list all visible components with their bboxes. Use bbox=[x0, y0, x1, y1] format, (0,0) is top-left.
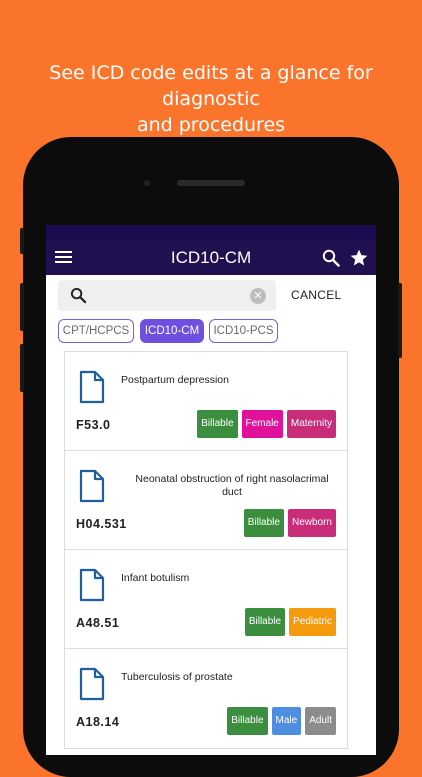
badge-female: Female bbox=[241, 410, 283, 438]
result-description: Neonatal obstruction of right nasolacrim… bbox=[135, 473, 329, 498]
phone-volume-up-button bbox=[20, 283, 24, 331]
result-description: Tuberculosis of prostate bbox=[121, 671, 233, 683]
phone-side-button bbox=[20, 228, 24, 254]
badge-maternity: Maternity bbox=[286, 410, 336, 438]
badge-newborn: Newborn bbox=[287, 509, 336, 537]
phone-speaker bbox=[177, 180, 245, 186]
document-icon bbox=[79, 370, 105, 404]
search-row: ✕ CANCEL bbox=[46, 275, 376, 319]
result-code: A18.14 bbox=[76, 715, 120, 729]
star-icon[interactable] bbox=[349, 248, 369, 268]
search-input[interactable] bbox=[98, 284, 242, 308]
headline-line-2: and procedures bbox=[136, 114, 286, 136]
tab-icd10-pcs[interactable]: ICD10-PCS bbox=[209, 319, 278, 343]
result-description: Infant botulism bbox=[121, 572, 190, 584]
clear-search-icon[interactable]: ✕ bbox=[250, 288, 266, 304]
tab-cpt-hcpcs[interactable]: CPT/HCPCS bbox=[58, 319, 134, 343]
result-code: A48.51 bbox=[76, 616, 120, 630]
badge-pediatric: Pediatric bbox=[289, 608, 336, 636]
phone-volume-down-button bbox=[20, 344, 24, 392]
search-icon[interactable] bbox=[322, 249, 340, 267]
result-code: H04.531 bbox=[76, 517, 127, 531]
app-screen: ICD10-CM ✕ CANCEL CPT/HCPCS ICD10-CM ICD… bbox=[46, 225, 376, 755]
badge-billable: Billable bbox=[197, 410, 238, 438]
cancel-button[interactable]: CANCEL bbox=[291, 288, 341, 302]
status-bar bbox=[46, 225, 376, 240]
headline-line-1: See ICD code edits at a glance for diagn… bbox=[49, 62, 373, 110]
badge-adult: Adult bbox=[305, 707, 336, 735]
badge-billable: Billable bbox=[227, 707, 268, 735]
phone-power-button bbox=[398, 283, 402, 358]
app-bar: ICD10-CM bbox=[46, 240, 376, 275]
document-icon bbox=[79, 469, 105, 503]
result-badges: Billable Pediatric bbox=[244, 608, 336, 636]
phone-camera bbox=[144, 180, 150, 186]
document-icon bbox=[79, 568, 105, 602]
search-icon bbox=[70, 287, 87, 304]
result-card[interactable]: Neonatal obstruction of right nasolacrim… bbox=[64, 450, 348, 551]
badge-male: Male bbox=[271, 707, 302, 735]
badge-billable: Billable bbox=[244, 608, 286, 636]
search-box: ✕ bbox=[58, 280, 276, 311]
result-badges: Billable Male Adult bbox=[227, 707, 336, 735]
badge-billable: Billable bbox=[243, 509, 284, 537]
document-icon bbox=[79, 667, 105, 701]
code-type-tabs: CPT/HCPCS ICD10-CM ICD10-PCS bbox=[46, 319, 376, 351]
result-card[interactable]: Tuberculosis of prostate A18.14 Billable… bbox=[64, 648, 348, 749]
result-badges: Billable Female Maternity bbox=[197, 410, 336, 438]
result-badges: Billable Newborn bbox=[243, 509, 336, 537]
promo-headline: See ICD code edits at a glance for diagn… bbox=[0, 60, 422, 138]
tab-icd10-cm[interactable]: ICD10-CM bbox=[140, 319, 204, 343]
result-card[interactable]: Postpartum depression F53.0 Billable Fem… bbox=[64, 351, 348, 452]
result-code: F53.0 bbox=[76, 418, 111, 432]
result-card[interactable]: Infant botulism A48.51 Billable Pediatri… bbox=[64, 549, 348, 650]
result-description: Postpartum depression bbox=[121, 374, 229, 386]
